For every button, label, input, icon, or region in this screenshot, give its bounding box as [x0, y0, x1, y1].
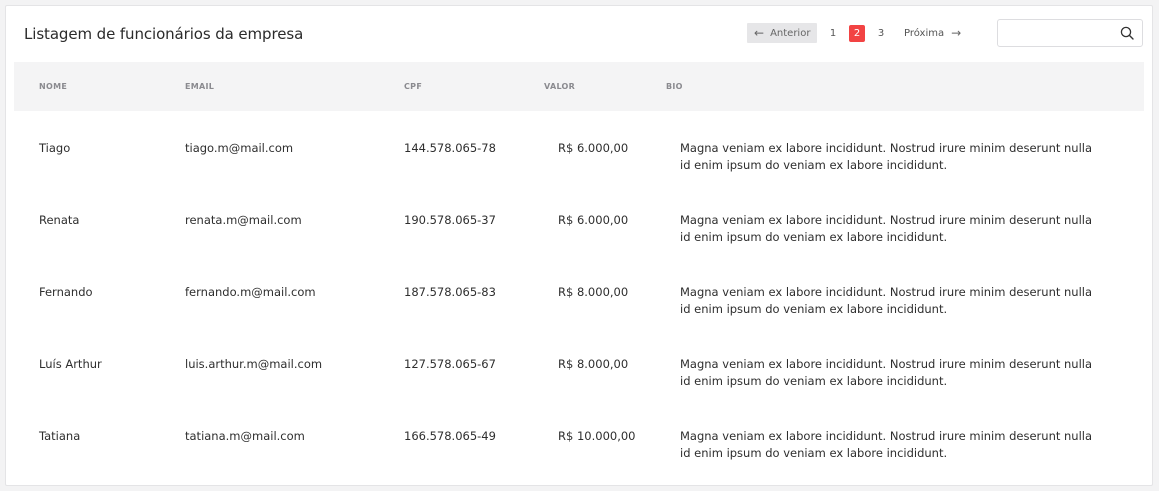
search-input[interactable]	[998, 20, 1124, 46]
cell-nome: Tatiana	[39, 429, 81, 443]
search-icon[interactable]	[1120, 26, 1134, 40]
next-page-label: Próxima	[904, 27, 945, 39]
table-row[interactable]: Renata renata.m@mail.com 190.578.065-37 …	[14, 183, 1144, 255]
page-title: Listagem de funcionários da empresa	[24, 25, 304, 43]
cell-valor: R$ 10.000,00	[558, 429, 636, 443]
cell-nome: Fernando	[39, 285, 93, 299]
cell-email: luis.arthur.m@mail.com	[185, 357, 323, 371]
table-row[interactable]: Tatiana tatiana.m@mail.com 166.578.065-4…	[14, 399, 1144, 471]
cell-cpf: 127.578.065-67	[404, 357, 496, 371]
column-header-cpf[interactable]: CPF	[404, 82, 422, 91]
page-2-button[interactable]: 2	[849, 24, 865, 42]
table-header: NOME EMAIL CPF VALOR BIO	[14, 62, 1144, 111]
column-header-email[interactable]: EMAIL	[185, 82, 214, 91]
cell-email: tiago.m@mail.com	[185, 141, 294, 155]
cell-email: fernando.m@mail.com	[185, 285, 316, 299]
cell-bio: Magna veniam ex labore incididunt. Nostr…	[680, 213, 1093, 244]
prev-page-button[interactable]: ← Anterior	[747, 23, 817, 43]
cell-valor: R$ 8.000,00	[558, 357, 629, 371]
column-header-nome[interactable]: NOME	[39, 82, 67, 91]
page-1-button[interactable]: 1	[825, 24, 841, 42]
page-3-button[interactable]: 3	[873, 24, 889, 42]
prev-page-label: Anterior	[770, 27, 811, 39]
cell-nome: Luís Arthur	[39, 357, 102, 371]
cell-bio: Magna veniam ex labore incididunt. Nostr…	[680, 357, 1093, 388]
cell-bio: Magna veniam ex labore incididunt. Nostr…	[680, 429, 1093, 460]
cell-nome: Renata	[39, 213, 80, 227]
cell-cpf: 166.578.065-49	[404, 429, 496, 443]
cell-cpf: 187.578.065-83	[404, 285, 496, 299]
table-row[interactable]: Fernando fernando.m@mail.com 187.578.065…	[14, 255, 1144, 327]
column-header-valor[interactable]: VALOR	[544, 82, 575, 91]
cell-nome: Tiago	[39, 141, 71, 155]
cell-cpf: 144.578.065-78	[404, 141, 496, 155]
cell-bio: Magna veniam ex labore incididunt. Nostr…	[680, 285, 1093, 316]
table-row[interactable]: Tiago tiago.m@mail.com 144.578.065-78 R$…	[14, 111, 1144, 183]
cell-bio: Magna veniam ex labore incididunt. Nostr…	[680, 141, 1093, 172]
arrow-right-icon: →	[951, 26, 962, 40]
employees-card: Listagem de funcionários da empresa ← An…	[5, 5, 1153, 486]
cell-email: renata.m@mail.com	[185, 213, 302, 227]
table-row[interactable]: Luís Arthur luis.arthur.m@mail.com 127.5…	[14, 327, 1144, 399]
cell-cpf: 190.578.065-37	[404, 213, 496, 227]
cell-valor: R$ 6.000,00	[558, 213, 629, 227]
column-header-bio[interactable]: BIO	[666, 82, 683, 91]
next-page-button[interactable]: Próxima →	[904, 27, 961, 39]
cell-valor: R$ 6.000,00	[558, 141, 629, 155]
search-box	[997, 19, 1143, 47]
cell-valor: R$ 8.000,00	[558, 285, 629, 299]
cell-email: tatiana.m@mail.com	[185, 429, 305, 443]
arrow-left-icon: ←	[754, 26, 765, 40]
pagination: ← Anterior 1 2 3 Próxima →	[747, 23, 961, 43]
